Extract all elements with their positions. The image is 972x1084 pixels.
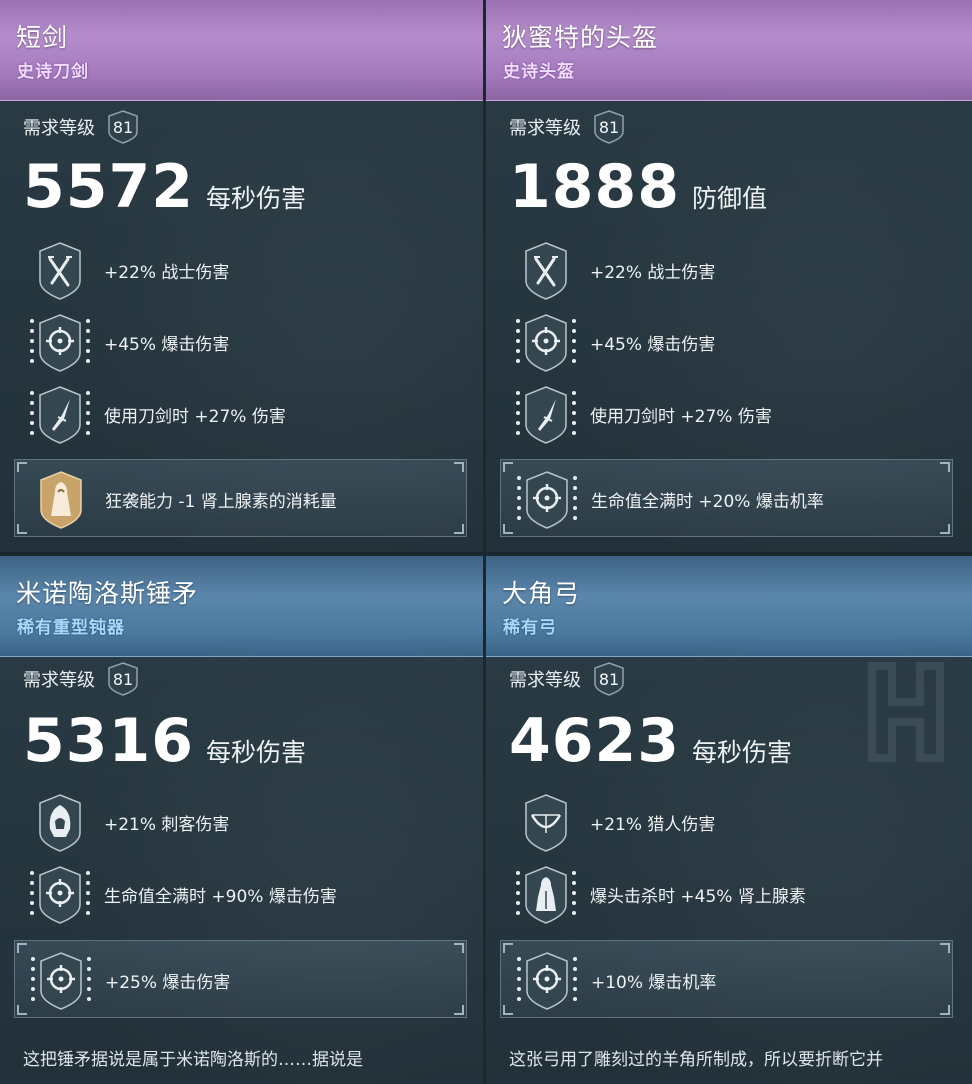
crosshair-icon [511,947,583,1013]
perk-row[interactable]: +45% 爆击伤害 [510,309,715,375]
required-level-row: 需求等级 81 [23,662,139,696]
required-level-row: 需求等级 81 [509,110,625,144]
dps-label: 每秒伤害 [692,738,793,767]
item-title: 大角弓 [502,579,581,608]
perk-row[interactable]: 使用刀剑时 +27% 伤害 [24,381,286,447]
perk-text: +45% 爆击伤害 [590,334,716,355]
item-rarity-type: 史诗头盔 [503,62,575,82]
special-perk-box[interactable]: 狂袭能力 -1 肾上腺素的消耗量 [14,459,467,537]
special-perk-box[interactable]: +10% 爆击机率 [500,940,953,1018]
perk-text: +22% 战士伤害 [590,262,716,283]
perk-text: 爆头击杀时 +45% 肾上腺素 [590,886,806,907]
crossed-daggers-icon [24,237,96,303]
required-level-value: 81 [598,669,620,689]
crosshair-icon [24,309,96,375]
perk-row[interactable]: +45% 爆击伤害 [24,309,229,375]
item-card-dagger[interactable]: 短剑 史诗刀剑 需求等级 81 5572 每秒伤害 +22% 战士伤害 +45%… [0,0,483,552]
spearhead-icon [24,381,96,447]
crossed-daggers-icon [510,237,582,303]
special-perk-box[interactable]: 生命值全满时 +20% 爆击机率 [500,459,953,537]
perk-text: 使用刀剑时 +27% 伤害 [590,406,772,427]
armor-label: 防御值 [692,184,768,213]
required-level-label: 需求等级 [509,670,581,691]
item-title: 米诺陶洛斯锤矛 [16,579,199,608]
cloaked-figure-icon [510,861,582,927]
perk-text: 使用刀剑时 +27% 伤害 [104,406,286,427]
level-shield-badge: 81 [107,110,139,144]
armor-value: 1888 [509,152,680,222]
level-shield-badge: 81 [593,662,625,696]
level-shield-badge: 81 [593,110,625,144]
perk-text: +22% 战士伤害 [104,262,230,283]
dps-value: 5572 [23,152,194,222]
item-card-mace[interactable]: 米诺陶洛斯锤矛 稀有重型钝器 需求等级 81 5316 每秒伤害 +21% 刺客… [0,556,483,1084]
special-perk-text: +25% 爆击伤害 [105,972,231,993]
game-logo-watermark-icon [868,662,944,762]
required-level-row: 需求等级 81 [509,662,625,696]
item-description: 这张弓用了雕刻过的羊角所制成，所以要折断它并 [509,1050,883,1070]
crosshair-icon [511,466,583,532]
item-card-helmet[interactable]: 狄蜜特的头盔 史诗头盔 需求等级 81 1888 防御值 +22% 战士伤害 +… [486,0,972,552]
perk-text: +21% 猎人伤害 [590,814,716,835]
perk-text: +45% 爆击伤害 [104,334,230,355]
item-header: 狄蜜特的头盔 史诗头盔 [486,0,972,101]
crosshair-icon [25,947,97,1013]
crosshair-icon [24,861,96,927]
special-perk-text: 狂袭能力 -1 肾上腺素的消耗量 [105,491,337,512]
hooded-figure-icon [25,466,97,532]
required-level-value: 81 [112,117,134,137]
dps-value: 5316 [23,706,194,776]
item-description: 这把锤矛据说是属于米诺陶洛斯的……据说是 [23,1050,363,1070]
dps-label: 每秒伤害 [206,738,307,767]
perk-text: 生命值全满时 +90% 爆击伤害 [104,886,337,907]
perk-row[interactable]: +22% 战士伤害 [510,237,715,303]
required-level-label: 需求等级 [509,118,581,139]
required-level-value: 81 [112,669,134,689]
special-perk-text: +10% 爆击机率 [591,972,717,993]
required-level-value: 81 [598,117,620,137]
item-title: 短剑 [16,23,69,52]
required-level-label: 需求等级 [23,118,95,139]
dps-value: 4623 [509,706,680,776]
required-level-row: 需求等级 81 [23,110,139,144]
bow-icon [510,789,582,855]
special-perk-row: +25% 爆击伤害 [25,947,230,1013]
special-perk-box[interactable]: +25% 爆击伤害 [14,940,467,1018]
perk-row[interactable]: +22% 战士伤害 [24,237,229,303]
main-stat: 5572 每秒伤害 [23,152,306,222]
main-stat: 1888 防御值 [509,152,767,222]
level-shield-badge: 81 [107,662,139,696]
perk-row[interactable]: 爆头击杀时 +45% 肾上腺素 [510,861,806,927]
perk-row[interactable]: +21% 猎人伤害 [510,789,715,855]
item-header: 大角弓 稀有弓 [486,556,972,657]
special-perk-text: 生命值全满时 +20% 爆击机率 [591,491,824,512]
item-rarity-type: 稀有弓 [503,618,557,638]
item-card-bow[interactable]: 大角弓 稀有弓 需求等级 81 4623 每秒伤害 +21% 猎人伤害 爆头击杀… [486,556,972,1084]
item-rarity-type: 稀有重型钝器 [17,618,125,638]
special-perk-row: 生命值全满时 +20% 爆击机率 [511,466,824,532]
perk-row[interactable]: 使用刀剑时 +27% 伤害 [510,381,772,447]
perk-text: +21% 刺客伤害 [104,814,230,835]
item-header: 米诺陶洛斯锤矛 稀有重型钝器 [0,556,483,657]
perk-row[interactable]: +21% 刺客伤害 [24,789,229,855]
item-title: 狄蜜特的头盔 [502,23,659,52]
item-rarity-type: 史诗刀剑 [17,62,89,82]
required-level-label: 需求等级 [23,670,95,691]
crosshair-icon [510,309,582,375]
assassin-hood-icon [24,789,96,855]
special-perk-row: +10% 爆击机率 [511,947,716,1013]
dps-label: 每秒伤害 [206,184,307,213]
special-perk-row: 狂袭能力 -1 肾上腺素的消耗量 [25,466,337,532]
main-stat: 4623 每秒伤害 [509,706,792,776]
spearhead-icon [510,381,582,447]
main-stat: 5316 每秒伤害 [23,706,306,776]
item-header: 短剑 史诗刀剑 [0,0,483,101]
perk-row[interactable]: 生命值全满时 +90% 爆击伤害 [24,861,337,927]
